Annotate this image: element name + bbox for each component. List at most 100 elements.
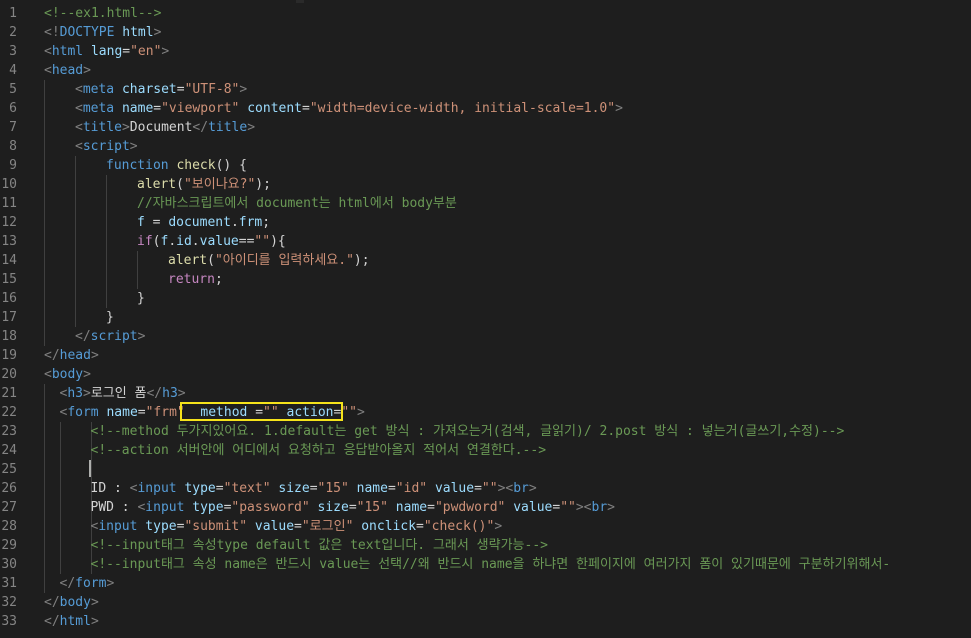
code-line[interactable]: 23 <!--method 두가지있어요. 1.default는 get 방식 :… (0, 422, 971, 441)
code-text[interactable]: </script> (75, 327, 145, 346)
line-number: 2 (9, 25, 17, 40)
code-text[interactable]: <form name="frm" method ="" action=""> (60, 403, 365, 422)
code-token: meta (82, 101, 115, 116)
code-text[interactable]: </head> (44, 346, 99, 365)
code-token: "로그인" (301, 519, 354, 534)
code-text[interactable]: <!--action 서버안에 어디에서 요청하고 응답받아올지 적어서 연결한… (91, 441, 547, 460)
code-line[interactable]: 6 <meta name="viewport" content="width=de… (0, 99, 971, 118)
line-number: 3 (9, 44, 17, 59)
code-token: name (395, 500, 428, 515)
code-line[interactable]: 7 <title>Document</title> (0, 118, 971, 137)
code-line[interactable]: 24 <!--action 서버안에 어디에서 요청하고 응답받아올지 적어서 연… (0, 441, 971, 460)
code-text[interactable]: </body> (44, 593, 99, 612)
code-text[interactable]: <meta name="viewport" content="width=dev… (75, 99, 623, 118)
code-token: > (121, 120, 130, 135)
code-line[interactable]: 22 <form name="frm" method ="" action=""> (0, 403, 971, 422)
code-token: value (254, 519, 295, 534)
code-token: form (67, 405, 99, 420)
scroll-indicator (296, 0, 304, 3)
code-text[interactable]: alert("아이디를 입력하세요."); (168, 251, 370, 270)
code-token: Document (129, 120, 193, 135)
code-text[interactable]: </html> (44, 612, 99, 631)
code-text[interactable]: f = document.frm; (137, 213, 270, 232)
code-line[interactable]: 3 <html lang="en"> (0, 42, 971, 61)
code-line[interactable]: 8 <script> (0, 137, 971, 156)
code-token: head (59, 348, 91, 363)
code-line[interactable]: 20 <body> (0, 365, 971, 384)
code-text[interactable]: <script> (75, 137, 138, 156)
code-token: > (153, 25, 162, 40)
code-token: html (51, 44, 84, 59)
code-text[interactable]: <title>Document</title> (75, 118, 255, 137)
code-line[interactable]: 4 <head> (0, 61, 971, 80)
code-token: f (137, 215, 145, 230)
code-token: </ (44, 348, 60, 363)
code-line[interactable]: 15 return; (0, 270, 971, 289)
code-token: frm (238, 215, 263, 230)
code-token: = (247, 405, 264, 420)
code-text[interactable]: <head> (44, 61, 91, 80)
code-token: <! (44, 25, 60, 40)
code-token: script (82, 139, 130, 154)
code-text[interactable]: alert("보이나요?"); (137, 175, 271, 194)
code-line[interactable]: 29 <!--input태그 속성type default 값은 text입니다.… (0, 536, 971, 555)
code-token: "" (263, 405, 279, 420)
code-token: </ (44, 614, 60, 629)
code-line[interactable]: 11 //자바스크립트에서 document는 html에서 body부분 (0, 194, 971, 213)
code-line[interactable]: 18 </script> (0, 327, 971, 346)
code-line[interactable]: 12 f = document.frm; (0, 213, 971, 232)
code-text[interactable]: return; (168, 270, 223, 289)
code-token: "viewport" (161, 101, 240, 116)
code-text[interactable]: function check() { (106, 156, 247, 175)
code-editor[interactable]: 1 <!--ex1.html--> 2 <!DOCTYPE html> 3 <html l… (0, 0, 971, 638)
code-token: body (51, 367, 84, 382)
code-line[interactable]: 25 (0, 460, 971, 479)
code-text[interactable]: <!--input태그 속성 name은 반드시 value는 선택//왜 반드… (91, 555, 891, 574)
code-line[interactable]: 19 </head> (0, 346, 971, 365)
code-line[interactable]: 13 if(f.id.value==""){ (0, 232, 971, 251)
code-text[interactable]: <!--input태그 속성type default 값은 text입니다. 그… (91, 536, 548, 555)
line-number: 13 (1, 234, 17, 249)
code-text[interactable]: <!--method 두가지있어요. 1.default는 get 방식 : 가… (91, 422, 845, 441)
code-text[interactable]: </form> (60, 574, 115, 593)
code-line[interactable]: 14 alert("아이디를 입력하세요."); (0, 251, 971, 270)
code-token: "" (560, 500, 576, 515)
code-line[interactable]: 17} (0, 308, 971, 327)
line-number: 20 (1, 367, 17, 382)
code-line[interactable]: 33 </html> (0, 612, 971, 631)
code-text[interactable]: <body> (44, 365, 91, 384)
code-text[interactable]: <meta charset="UTF-8"> (75, 80, 247, 99)
code-line[interactable]: 10 alert("보이나요?"); (0, 175, 971, 194)
code-text[interactable]: //자바스크립트에서 document는 html에서 body부분 (137, 194, 457, 213)
code-line[interactable]: 28 <input type="submit" value="로그인" oncli… (0, 517, 971, 536)
code-line[interactable]: 5 <meta charset="UTF-8"> (0, 80, 971, 99)
code-token: = (294, 519, 302, 534)
code-line[interactable]: 26 ID : <input type="text" size="15" name… (0, 479, 971, 498)
line-number: 1 (9, 6, 17, 21)
code-token: } (106, 310, 114, 325)
code-text[interactable]: <html lang="en"> (44, 42, 169, 61)
line-number: 19 (1, 348, 17, 363)
code-line[interactable]: 31 </form> (0, 574, 971, 593)
code-line[interactable]: 21 <h3>로그인 폼</h3> (0, 384, 971, 403)
code-text[interactable]: <!DOCTYPE html> (44, 23, 161, 42)
code-line[interactable]: 9 function check() { (0, 156, 971, 175)
code-text[interactable]: PWD : <input type="password" size="15" n… (91, 498, 615, 517)
code-text[interactable]: } (106, 308, 114, 327)
code-line[interactable]: 1 <!--ex1.html--> (0, 4, 971, 23)
code-text[interactable]: <h3>로그인 폼</h3> (60, 384, 186, 403)
code-token: "width=device-width, initial-scale=1.0" (309, 101, 616, 116)
code-text[interactable]: <!--ex1.html--> (44, 4, 161, 23)
code-line[interactable]: 27 PWD : <input type="password" size="15"… (0, 498, 971, 517)
code-text[interactable]: <input type="submit" value="로그인" onclick… (91, 517, 503, 536)
code-token: ){ (270, 234, 286, 249)
code-line[interactable]: 32 </body> (0, 593, 971, 612)
code-text[interactable]: ID : <input type="text" size="15" name="… (91, 479, 537, 498)
code-line[interactable]: 2 <!DOCTYPE html> (0, 23, 971, 42)
code-line[interactable]: 30 <!--input태그 속성 name은 반드시 value는 선택//왜 … (0, 555, 971, 574)
code-line[interactable]: 16} (0, 289, 971, 308)
code-text[interactable]: if(f.id.value==""){ (137, 232, 286, 251)
code-text[interactable]: } (137, 289, 145, 308)
code-token: title (208, 120, 248, 135)
